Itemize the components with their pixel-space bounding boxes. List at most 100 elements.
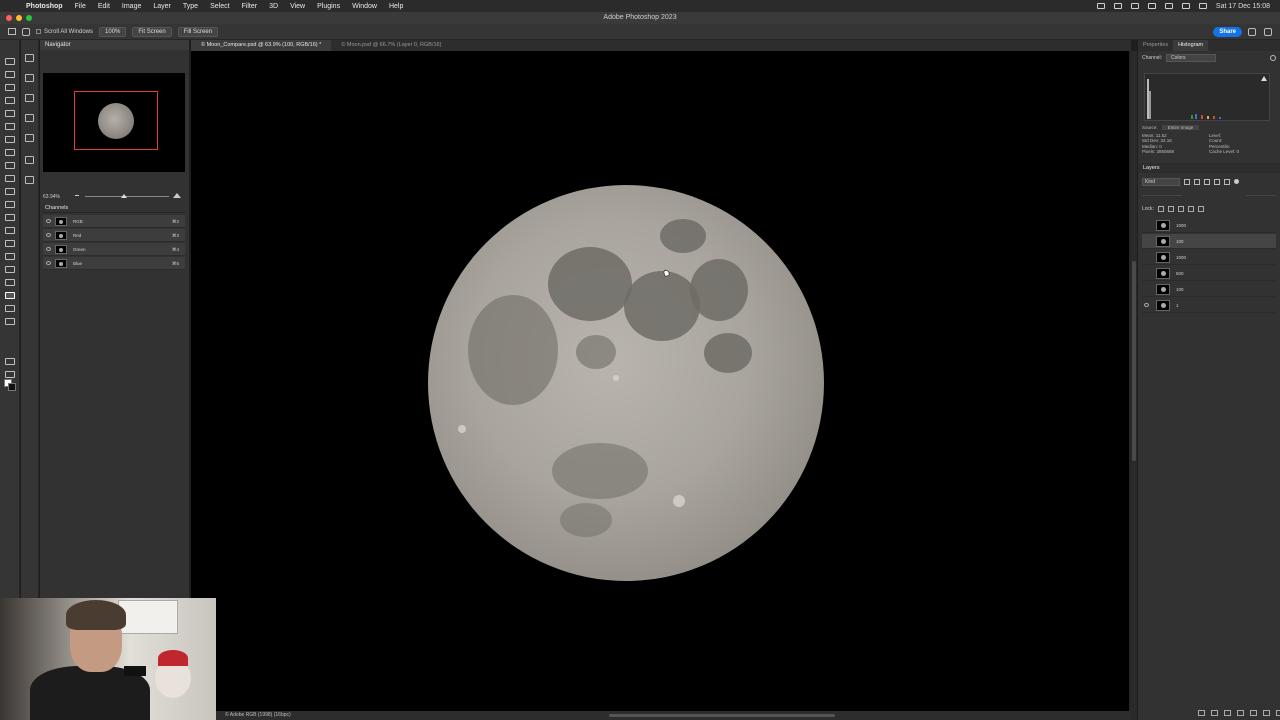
search-icon[interactable] [1181,3,1190,9]
status-icon[interactable] [1096,3,1105,9]
tab-moon-compare[interactable]: © Moon_Compare.psd @ 63.9% (100, RGB/16)… [191,40,332,51]
layer-row[interactable]: 1000 [1142,218,1276,233]
opacity-field[interactable] [1246,190,1276,196]
horizontal-scrollbar[interactable] [609,714,835,717]
eraser-tool-icon[interactable] [5,188,15,195]
lock-image-icon[interactable] [1167,206,1174,212]
control-center-icon[interactable] [1198,3,1207,9]
eye-icon[interactable] [46,261,51,265]
healing-tool-icon[interactable] [5,136,15,143]
actions-icon[interactable] [25,74,34,82]
info-icon[interactable] [25,54,34,62]
eyedropper-tool-icon[interactable] [5,123,15,130]
close-window-button[interactable] [6,15,12,21]
wifi-icon[interactable] [1164,3,1173,9]
filter-shape-icon[interactable] [1214,178,1220,185]
menu-image[interactable]: Image [116,3,147,10]
minimize-window-button[interactable] [16,15,22,21]
lock-all-icon[interactable] [1197,206,1204,212]
lock-artboard-icon[interactable] [1187,206,1194,212]
link-layers-icon[interactable] [1198,710,1205,716]
workspace-icon[interactable] [1264,27,1272,36]
fill-screen-button[interactable]: Fill Screen [177,26,219,37]
lasso-tool-icon[interactable] [5,84,15,91]
menu-3d[interactable]: 3D [263,3,284,10]
channels-title[interactable]: Channels [43,204,185,213]
crop-tool-icon[interactable] [5,110,15,117]
lock-transparent-icon[interactable] [1157,206,1164,212]
layer-row[interactable]: 100 [1142,234,1276,249]
status-icon[interactable] [1147,3,1156,9]
status-icon[interactable] [1113,3,1122,9]
path-selection-tool-icon[interactable] [5,266,15,273]
marquee-tool-icon[interactable] [5,71,15,78]
clock[interactable]: Sat 17 Dec 15:08 [1216,3,1270,10]
navigator-zoom-slider[interactable] [85,196,169,197]
libraries-icon[interactable] [25,156,34,164]
filter-adjustment-icon[interactable] [1194,178,1200,185]
menu-help[interactable]: Help [383,3,409,10]
menu-filter[interactable]: Filter [236,3,264,10]
dodge-tool-icon[interactable] [5,227,15,234]
move-tool-icon[interactable] [5,58,15,65]
character-icon[interactable] [25,134,34,142]
history-brush-tool-icon[interactable] [5,175,15,182]
source-select[interactable]: Entire Image [1161,125,1200,130]
navigator-zoom-value[interactable]: 63.94% [43,194,60,200]
search-icon[interactable] [1248,27,1256,36]
eye-icon[interactable] [46,247,51,251]
channel-row[interactable]: Red ⌘3 [43,229,185,242]
menu-plugins[interactable]: Plugins [311,3,346,10]
layer-row[interactable]: 1 [1142,298,1276,313]
brush-tool-icon[interactable] [5,149,15,156]
menu-edit[interactable]: Edit [92,3,116,10]
vertical-scrollbar[interactable] [1131,51,1137,720]
new-group-icon[interactable] [1250,710,1257,716]
channel-row[interactable]: RGB ⌘2 [43,215,185,228]
navigator-preview[interactable] [43,73,185,172]
status-icon[interactable] [1130,3,1139,9]
menu-photoshop[interactable]: Photoshop [20,3,69,10]
layer-row[interactable]: 1000 [1142,250,1276,265]
navigator-view-rectangle[interactable] [74,91,158,150]
layer-row[interactable]: 500 [1142,266,1276,281]
fit-screen-button[interactable]: Fit Screen [132,26,172,37]
scroll-thumb[interactable] [1132,261,1136,461]
tab-properties[interactable]: Properties [1138,40,1173,51]
navigator-title[interactable]: Navigator [40,40,189,50]
type-tool-icon[interactable] [5,253,15,260]
filter-smart-object-icon[interactable] [1224,178,1230,185]
menu-layer[interactable]: Layer [147,3,177,10]
hand-tool-icon[interactable] [22,27,30,36]
lock-position-icon[interactable] [1177,206,1184,212]
zoom-in-icon[interactable] [173,193,181,198]
zoom-window-button[interactable] [26,15,32,21]
tab-histogram[interactable]: Histogram [1173,40,1209,51]
history-icon[interactable] [25,176,34,184]
zoom-100-button[interactable]: 100% [99,26,127,37]
channel-select[interactable]: Colors [1166,54,1217,62]
channel-row[interactable]: Blue ⌘5 [43,257,185,270]
more-tools-icon[interactable] [5,318,15,325]
delete-layer-icon[interactable] [1276,710,1280,716]
layers-title[interactable]: Layers [1138,163,1280,173]
adjustments-icon[interactable] [25,94,34,102]
zoom-out-icon[interactable] [75,195,79,196]
adjustment-layer-icon[interactable] [1237,710,1244,716]
tab-moon[interactable]: © Moon.psd @ 66.7% (Layer 0, RGB/16) [331,40,451,51]
filter-type-icon[interactable] [1204,178,1210,185]
eye-icon[interactable] [46,233,51,237]
magic-wand-tool-icon[interactable] [5,97,15,104]
kind-filter-select[interactable]: Kind [1142,177,1180,186]
share-button[interactable]: Share [1213,26,1242,37]
background-color-swatch[interactable] [8,383,16,391]
brush-settings-icon[interactable] [25,114,34,122]
menu-type[interactable]: Type [177,3,204,10]
filter-pixel-icon[interactable] [1184,178,1190,185]
blur-tool-icon[interactable] [5,214,15,221]
layer-style-icon[interactable] [1211,710,1218,716]
stamp-tool-icon[interactable] [5,162,15,169]
navigator-zoom-knob[interactable] [121,194,127,198]
add-mask-icon[interactable] [1224,710,1231,716]
warning-icon[interactable] [1261,76,1267,81]
